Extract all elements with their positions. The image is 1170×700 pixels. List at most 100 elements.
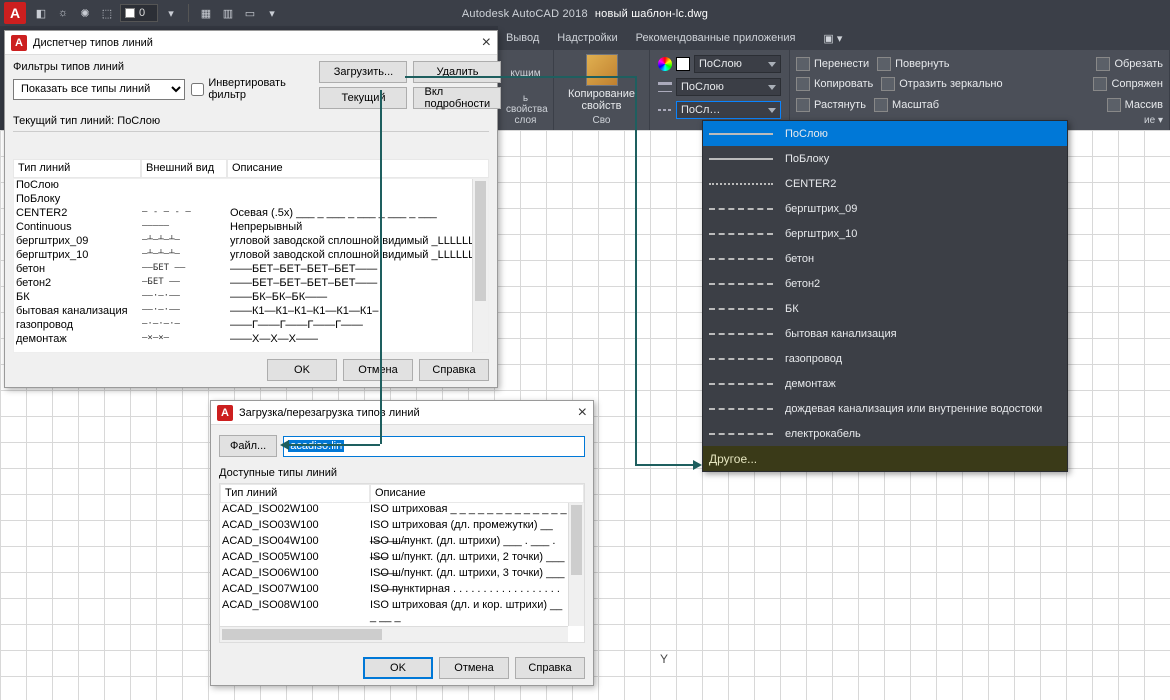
- rotate-button[interactable]: Повернуть: [877, 57, 949, 71]
- linetype-other-option[interactable]: Другое...: [703, 446, 1067, 471]
- cancel-button[interactable]: Отмена: [343, 359, 413, 381]
- col-name[interactable]: Тип линий: [13, 159, 141, 178]
- trim-button[interactable]: Обрезать: [1096, 57, 1163, 71]
- linetype-option[interactable]: CENTER2: [703, 171, 1067, 196]
- table-row[interactable]: ACAD_ISO02W100ISO штриховая _ _ _ _ _ _ …: [220, 503, 568, 519]
- color-swatch: [676, 57, 690, 71]
- lineweight-combo[interactable]: ПоСлою: [676, 78, 781, 96]
- table-body[interactable]: ПоСлоюПоБлокуCENTER2— - — - —Осевая (.5x…: [13, 178, 489, 353]
- linetype-option[interactable]: дождевая канализация или внутренние водо…: [703, 396, 1067, 421]
- qat-more-icon[interactable]: ▾: [263, 4, 281, 22]
- ok-button[interactable]: OK: [267, 359, 337, 381]
- col-description[interactable]: Описание: [227, 159, 489, 178]
- table-row[interactable]: газопровод—·—·—·———Г——Г——Г——Г——: [14, 319, 488, 333]
- close-icon[interactable]: ×: [578, 404, 587, 422]
- linetype-option[interactable]: БК: [703, 296, 1067, 321]
- table-row[interactable]: ACAD_ISO07W100ISO пунктирная . . . . . .…: [220, 583, 568, 599]
- ribbon-tabs: Вывод Надстройки Рекомендованные приложе…: [498, 26, 1170, 50]
- table-row[interactable]: ACAD_ISO04W100ISO ш/пункт. (дл. штрихи) …: [220, 535, 568, 551]
- available-label: Доступные типы линий: [219, 467, 585, 479]
- qat-light-icon[interactable]: ☼: [54, 4, 72, 22]
- cancel-button[interactable]: Отмена: [439, 657, 509, 679]
- table-row[interactable]: бергштрих_09—┴—┴—┴—угловой заводской спл…: [14, 235, 488, 249]
- help-button[interactable]: Справка: [419, 359, 489, 381]
- color-wheel-icon: [658, 57, 672, 71]
- current-button[interactable]: Текущий: [319, 87, 407, 109]
- table-row[interactable]: ACAD_ISO03W100ISO штриховая (дл. промежу…: [220, 519, 568, 535]
- table-header[interactable]: Тип линий Внешний вид Описание: [13, 159, 489, 178]
- linetype-option[interactable]: демонтаж: [703, 371, 1067, 396]
- table-row[interactable]: бергштрих_10—┴—┴—┴—угловой заводской спл…: [14, 249, 488, 263]
- table-row[interactable]: бытовая канализация——·—·————К1—К1–К1–К1—…: [14, 305, 488, 319]
- load-linetypes-dialog: A Загрузка/перезагрузка типов линий × Фа…: [210, 400, 594, 686]
- close-icon[interactable]: ×: [482, 34, 491, 52]
- scrollbar-horizontal[interactable]: [220, 626, 568, 642]
- array-button[interactable]: Массив: [1107, 98, 1163, 112]
- col-name[interactable]: Тип линий: [220, 484, 370, 503]
- linetype-option[interactable]: бытовая канализация: [703, 321, 1067, 346]
- linetype-combo[interactable]: ПоСл…: [676, 101, 781, 119]
- copy-button[interactable]: Копировать: [796, 77, 873, 91]
- scrollbar-vertical[interactable]: [472, 179, 488, 352]
- qat-lock-icon[interactable]: ⬚: [98, 4, 116, 22]
- linetype-dropdown[interactable]: ПоСлоюПоБлокуCENTER2бергштрих_09бергштри…: [702, 120, 1068, 472]
- dialog-title: Загрузка/перезагрузка типов линий: [239, 407, 420, 419]
- scrollbar-vertical[interactable]: [568, 503, 584, 626]
- scale-button[interactable]: Масштаб: [874, 98, 939, 112]
- ribbon-tab[interactable]: Вывод: [506, 32, 539, 44]
- qat-dropdown-icon[interactable]: ▾: [162, 4, 180, 22]
- qat-layer-combo[interactable]: 0: [120, 4, 158, 22]
- col-appearance[interactable]: Внешний вид: [141, 159, 227, 178]
- linetype-option[interactable]: ПоБлоку: [703, 146, 1067, 171]
- color-combo[interactable]: ПоСлою: [694, 55, 781, 73]
- file-button[interactable]: Файл...: [219, 435, 277, 457]
- qat-extra-icon[interactable]: ▭: [241, 4, 259, 22]
- invert-filter-checkbox[interactable]: Инвертировать фильтр: [191, 77, 309, 101]
- qat-viewport-icon[interactable]: ▥: [219, 4, 237, 22]
- filter-combo[interactable]: Показать все типы линий: [13, 79, 185, 100]
- col-description[interactable]: Описание: [370, 484, 584, 503]
- linetype-option[interactable]: бергштрих_09: [703, 196, 1067, 221]
- ok-button[interactable]: OK: [363, 657, 433, 679]
- table-header[interactable]: Тип линий Описание: [220, 484, 584, 503]
- file-input[interactable]: acadiso.lin: [283, 436, 585, 457]
- available-linetypes-table: Тип линий Описание ACAD_ISO02W100ISO штр…: [219, 483, 585, 643]
- table-row[interactable]: Continuous—————Непрерывный: [14, 221, 488, 235]
- dialog-titlebar[interactable]: A Загрузка/перезагрузка типов линий ×: [211, 401, 593, 425]
- details-button[interactable]: Вкл подробности: [413, 87, 501, 109]
- linetype-option[interactable]: електрокабель: [703, 421, 1067, 446]
- table-row[interactable]: ACAD_ISO08W100ISO штриховая (дл. и кор. …: [220, 599, 568, 615]
- app-menu-button[interactable]: A: [4, 2, 26, 24]
- qat-layout-icon[interactable]: ▦: [197, 4, 215, 22]
- table-row[interactable]: ACAD_ISO06W100ISO ш/пункт. (дл. штрихи, …: [220, 567, 568, 583]
- move-button[interactable]: Перенести: [796, 57, 869, 71]
- match-properties-button[interactable]: Копирование свойств: [557, 54, 647, 112]
- table-row[interactable]: демонтаж—×—×———X—X—X——: [14, 333, 488, 347]
- ribbon-expand-icon[interactable]: ▣ ▾: [823, 32, 842, 45]
- stretch-button[interactable]: Растянуть: [796, 98, 866, 112]
- qat-properties-icon[interactable]: ◧: [32, 4, 50, 22]
- table-row[interactable]: ПоБлоку: [14, 193, 488, 207]
- fillet-button[interactable]: Сопряжен: [1093, 77, 1163, 91]
- table-row[interactable]: бетон——БЕТ ————БЕТ–БЕТ–БЕТ–БЕТ——: [14, 263, 488, 277]
- table-row[interactable]: БК——·—·————БК–БК–БК——: [14, 291, 488, 305]
- load-button[interactable]: Загрузить...: [319, 61, 407, 83]
- linetype-icon: [658, 109, 672, 111]
- linetype-option[interactable]: бетон: [703, 246, 1067, 271]
- linetype-option[interactable]: ПоСлою: [703, 121, 1067, 146]
- table-row[interactable]: ACAD_ISO05W100ISO ш/пункт. (дл. штрихи, …: [220, 551, 568, 567]
- mirror-button[interactable]: Отразить зеркально: [881, 77, 1002, 91]
- table-body[interactable]: ACAD_ISO02W100ISO штриховая _ _ _ _ _ _ …: [220, 503, 568, 626]
- table-row[interactable]: CENTER2— - — - —Осевая (.5x) ___ _ ___ _…: [14, 207, 488, 221]
- ribbon-tab[interactable]: Надстройки: [557, 32, 617, 44]
- table-row[interactable]: бетон2—БЕТ ————БЕТ–БЕТ–БЕТ–БЕТ——: [14, 277, 488, 291]
- delete-button[interactable]: Удалить: [413, 61, 501, 83]
- qat-sun-icon[interactable]: ✺: [76, 4, 94, 22]
- dialog-titlebar[interactable]: A Диспетчер типов линий ×: [5, 31, 497, 55]
- linetype-option[interactable]: газопровод: [703, 346, 1067, 371]
- linetype-option[interactable]: бергштрих_10: [703, 221, 1067, 246]
- table-row[interactable]: ПоСлою: [14, 179, 488, 193]
- help-button[interactable]: Справка: [515, 657, 585, 679]
- linetype-option[interactable]: бетон2: [703, 271, 1067, 296]
- ribbon-tab[interactable]: Рекомендованные приложения: [636, 32, 796, 44]
